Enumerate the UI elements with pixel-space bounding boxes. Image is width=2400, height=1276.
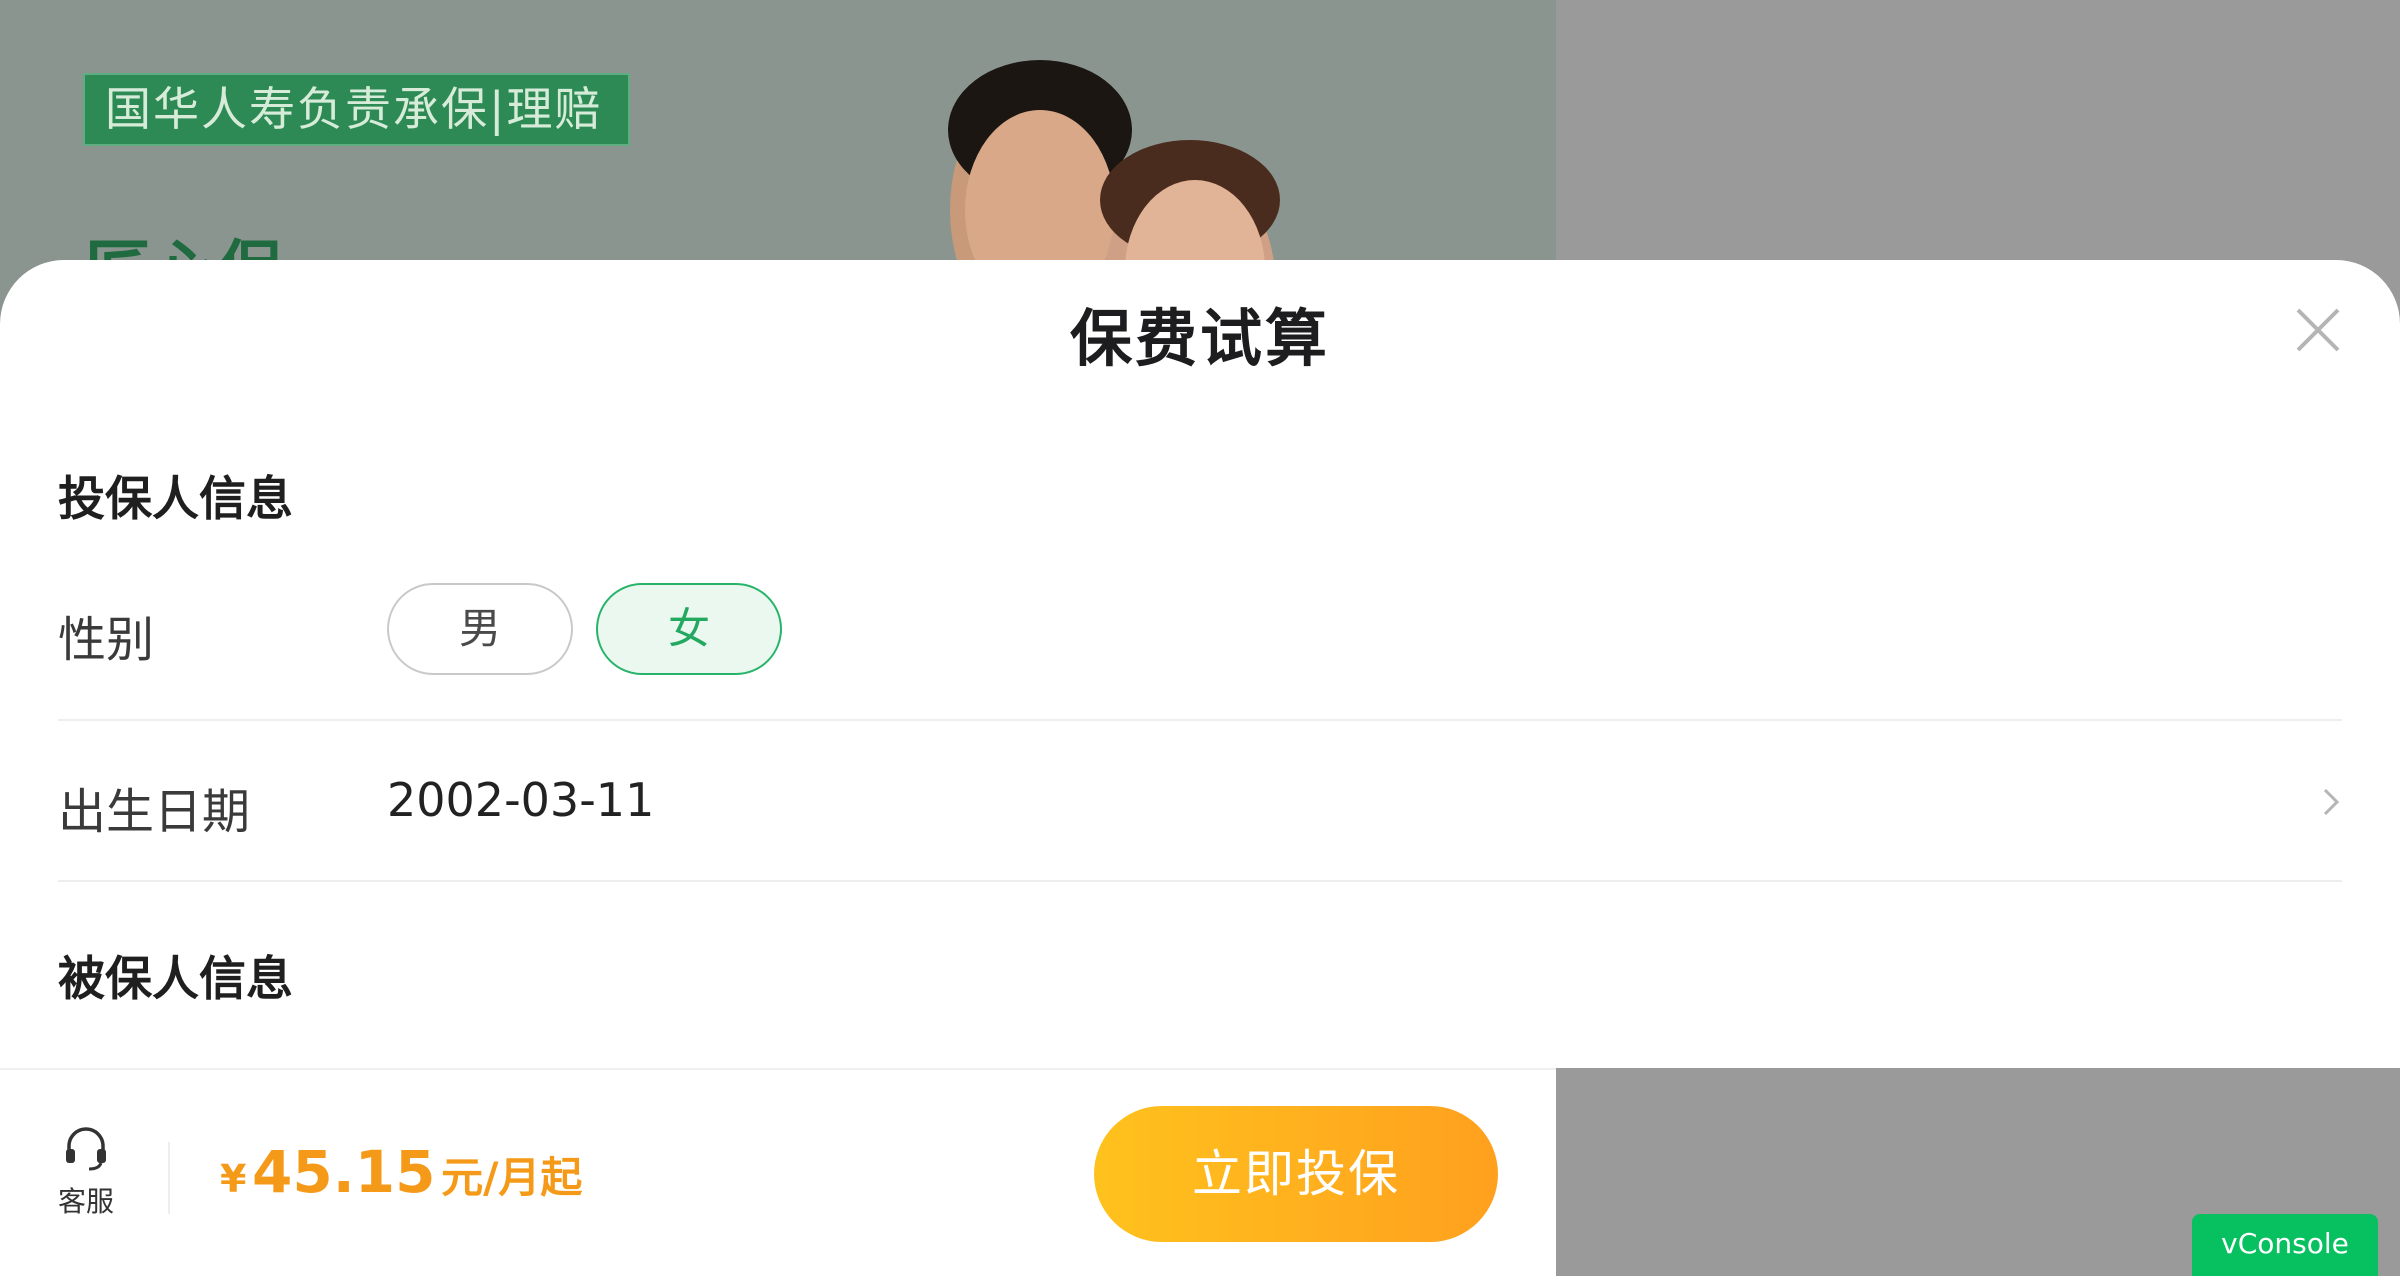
birth-date-label: 出生日期 xyxy=(58,784,251,840)
divider xyxy=(168,1142,170,1214)
divider xyxy=(58,880,2342,882)
couple-photo xyxy=(920,60,1280,260)
vconsole-button[interactable]: vConsole xyxy=(2192,1214,2378,1276)
underwriter-banner: 国华人寿负责承保|理赔 xyxy=(83,73,630,146)
premium-calculator-sheet: 保费试算 投保人信息 性别 男 女 出生日期 2002-03-11 被保人信息 xyxy=(0,260,2400,1068)
price-display: ¥ 45.15 元/月起 xyxy=(220,1138,582,1206)
headset-icon xyxy=(66,1127,106,1171)
insured-section-title: 被保人信息 xyxy=(58,952,293,1007)
chevron-right-icon[interactable] xyxy=(2320,785,2342,819)
customer-service-label: 客服 xyxy=(57,1185,114,1218)
gender-male-button[interactable]: 男 xyxy=(387,583,573,675)
close-icon[interactable] xyxy=(2288,300,2348,360)
policyholder-section-title: 投保人信息 xyxy=(58,472,293,527)
birth-date-value[interactable]: 2002-03-11 xyxy=(387,773,654,827)
gender-female-button[interactable]: 女 xyxy=(596,583,782,675)
divider xyxy=(58,719,2342,721)
buy-now-button[interactable]: 立即投保 xyxy=(1094,1106,1498,1242)
customer-service-button[interactable]: 客服 xyxy=(44,1122,128,1220)
price-value: 45.15 xyxy=(252,1138,436,1206)
price-unit: 元/月起 xyxy=(441,1153,583,1202)
gender-label: 性别 xyxy=(58,612,155,668)
sheet-title: 保费试算 xyxy=(1069,302,1330,375)
currency-symbol: ¥ xyxy=(220,1157,247,1201)
bottom-action-bar: 客服 ¥ 45.15 元/月起 立即投保 xyxy=(0,1068,1556,1276)
